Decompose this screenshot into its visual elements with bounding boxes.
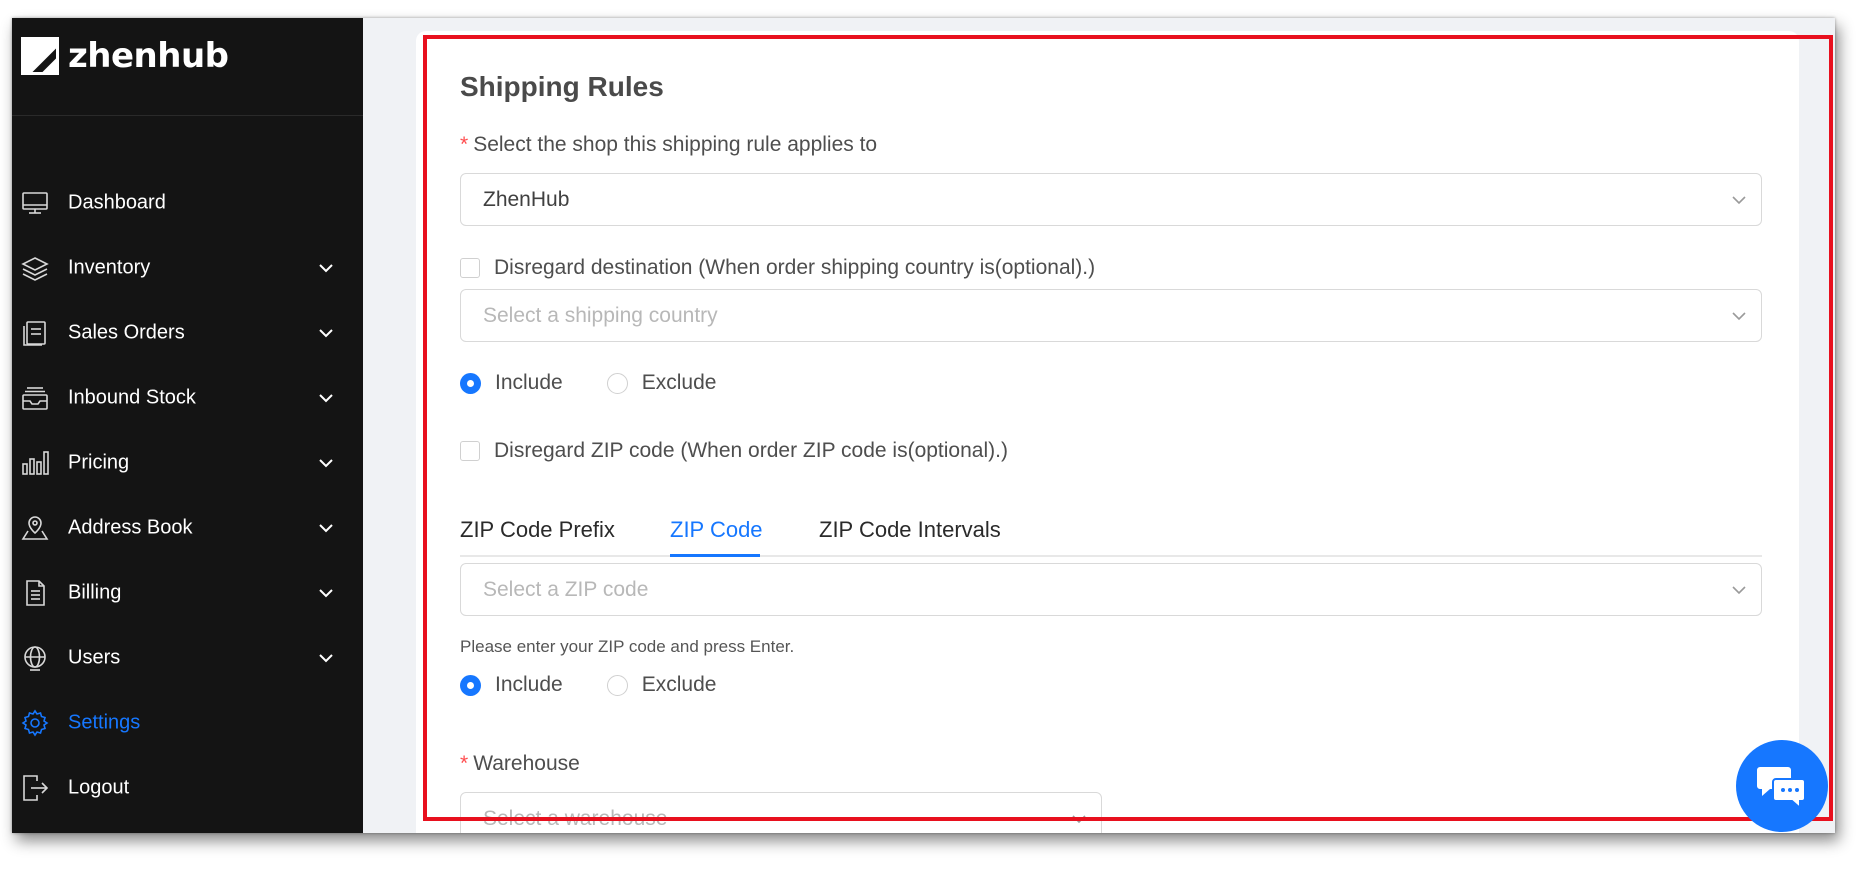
zip-code-placeholder: Select a ZIP code bbox=[483, 577, 649, 601]
radio-unchecked-icon bbox=[606, 372, 628, 394]
chat-bubbles-icon bbox=[1757, 767, 1806, 811]
layers-icon bbox=[21, 256, 49, 281]
chevron-down-icon bbox=[319, 263, 333, 272]
active-tab-indicator bbox=[670, 554, 760, 557]
tab-zip-code[interactable]: ZIP Code bbox=[670, 517, 763, 543]
sidebar-item-label: Logout bbox=[68, 776, 130, 798]
radio-unchecked-icon bbox=[606, 674, 628, 696]
sidebar-item-label: Users bbox=[68, 646, 121, 668]
required-asterisk: * bbox=[460, 133, 469, 156]
warehouse-label: * Warehouse bbox=[460, 752, 580, 775]
disregard-destination-row: Disregard destination (When order shippi… bbox=[460, 256, 1095, 280]
inbox-tray-icon bbox=[22, 386, 48, 410]
page-title: Shipping Rules bbox=[460, 71, 664, 102]
chevron-down-icon bbox=[319, 588, 333, 597]
zip-code-select[interactable]: Select a ZIP code bbox=[460, 563, 1762, 616]
chat-button[interactable] bbox=[1736, 740, 1828, 832]
radio-label: Exclude bbox=[641, 673, 717, 696]
chevron-down-icon bbox=[319, 653, 333, 662]
divider bbox=[12, 115, 363, 116]
logo-icon bbox=[21, 37, 59, 75]
destination-radio-group: Include Exclude bbox=[460, 371, 760, 395]
sidebar: zhenhub Dashboard Inventory Sales Orders… bbox=[12, 18, 363, 833]
sidebar-item-users[interactable]: Users bbox=[12, 625, 363, 690]
sidebar-item-label: Sales Orders bbox=[68, 321, 185, 343]
zip-exclude-radio[interactable]: Exclude bbox=[606, 673, 717, 697]
chevron-down-icon bbox=[1732, 195, 1746, 204]
sidebar-item-label: Inventory bbox=[68, 256, 151, 278]
shipping-country-select[interactable]: Select a shipping country bbox=[460, 289, 1762, 342]
chevron-down-icon bbox=[1732, 585, 1746, 594]
required-asterisk: * bbox=[460, 752, 469, 775]
sidebar-item-inventory[interactable]: Inventory bbox=[12, 235, 363, 300]
radio-checked-icon bbox=[460, 372, 481, 394]
gear-icon bbox=[21, 709, 49, 736]
sidebar-item-inbound-stock[interactable]: Inbound Stock bbox=[12, 365, 363, 430]
warehouse-placeholder: Select a warehouse bbox=[483, 806, 668, 830]
chevron-down-icon bbox=[319, 523, 333, 532]
tab-zip-code-prefix[interactable]: ZIP Code Prefix bbox=[460, 517, 615, 543]
chevron-down-icon bbox=[1732, 311, 1746, 320]
shop-select-value: ZhenHub bbox=[483, 187, 570, 211]
chevron-down-icon bbox=[1072, 814, 1086, 823]
logout-icon bbox=[23, 774, 49, 801]
invoice-icon bbox=[26, 579, 45, 606]
zip-help-text: Please enter your ZIP code and press Ent… bbox=[460, 637, 795, 656]
chevron-down-icon bbox=[319, 328, 333, 337]
disregard-zip-label: Disregard ZIP code (When order ZIP code … bbox=[494, 439, 1008, 462]
sidebar-item-label: Address Book bbox=[68, 516, 193, 538]
monitor-icon bbox=[22, 191, 48, 214]
sidebar-item-label: Dashboard bbox=[68, 191, 166, 213]
disregard-zip-checkbox[interactable] bbox=[460, 441, 480, 461]
sidebar-item-billing[interactable]: Billing bbox=[12, 560, 363, 625]
app-window: zhenhub Dashboard Inventory Sales Orders… bbox=[12, 18, 1835, 833]
shipping-rules-card: Shipping Rules * Select the shop this shi… bbox=[416, 31, 1799, 833]
shop-select[interactable]: ZhenHub bbox=[460, 173, 1762, 226]
main-content: Shipping Rules * Select the shop this shi… bbox=[363, 18, 1835, 833]
sidebar-item-label: Billing bbox=[68, 581, 122, 603]
sidebar-item-label: Pricing bbox=[68, 451, 130, 473]
logo[interactable]: zhenhub bbox=[21, 36, 229, 76]
destination-exclude-radio[interactable]: Exclude bbox=[606, 371, 717, 395]
map-pin-icon bbox=[21, 515, 49, 540]
sidebar-item-label: Settings bbox=[68, 711, 141, 733]
globe-user-icon bbox=[24, 645, 46, 671]
document-stack-icon bbox=[23, 320, 46, 346]
radio-checked-icon bbox=[460, 674, 481, 696]
tab-zip-code-intervals[interactable]: ZIP Code Intervals bbox=[819, 517, 1001, 543]
bar-chart-icon bbox=[22, 450, 49, 475]
sidebar-item-sales-orders[interactable]: Sales Orders bbox=[12, 300, 363, 365]
chevron-down-icon bbox=[319, 393, 333, 402]
sidebar-item-dashboard[interactable]: Dashboard bbox=[12, 170, 363, 235]
shipping-country-placeholder: Select a shipping country bbox=[483, 303, 718, 327]
disregard-zip-row: Disregard ZIP code (When order ZIP code … bbox=[460, 439, 1008, 463]
disregard-destination-checkbox[interactable] bbox=[460, 258, 480, 278]
destination-include-radio[interactable]: Include bbox=[460, 371, 563, 395]
radio-label: Include bbox=[495, 673, 563, 696]
disregard-destination-label: Disregard destination (When order shippi… bbox=[494, 256, 1096, 279]
sidebar-item-pricing[interactable]: Pricing bbox=[12, 430, 363, 495]
sidebar-item-logout[interactable]: Logout bbox=[12, 755, 363, 820]
zip-tabs: ZIP Code Prefix ZIP Code ZIP Code Interv… bbox=[460, 491, 1762, 557]
sidebar-item-label: Inbound Stock bbox=[68, 386, 196, 408]
warehouse-select[interactable]: Select a warehouse bbox=[460, 792, 1102, 833]
shop-label: * Select the shop this shipping rule appl… bbox=[460, 133, 878, 156]
sidebar-item-settings[interactable]: Settings bbox=[12, 690, 363, 755]
radio-label: Include bbox=[495, 371, 563, 394]
radio-label: Exclude bbox=[641, 371, 717, 394]
sidebar-item-address-book[interactable]: Address Book bbox=[12, 495, 363, 560]
sidebar-menu: Dashboard Inventory Sales Orders Inbound… bbox=[12, 170, 363, 820]
zip-radio-group: Include Exclude bbox=[460, 673, 760, 697]
logo-text: zhenhub bbox=[68, 36, 229, 76]
chevron-down-icon bbox=[319, 458, 333, 467]
zip-include-radio[interactable]: Include bbox=[460, 673, 563, 697]
